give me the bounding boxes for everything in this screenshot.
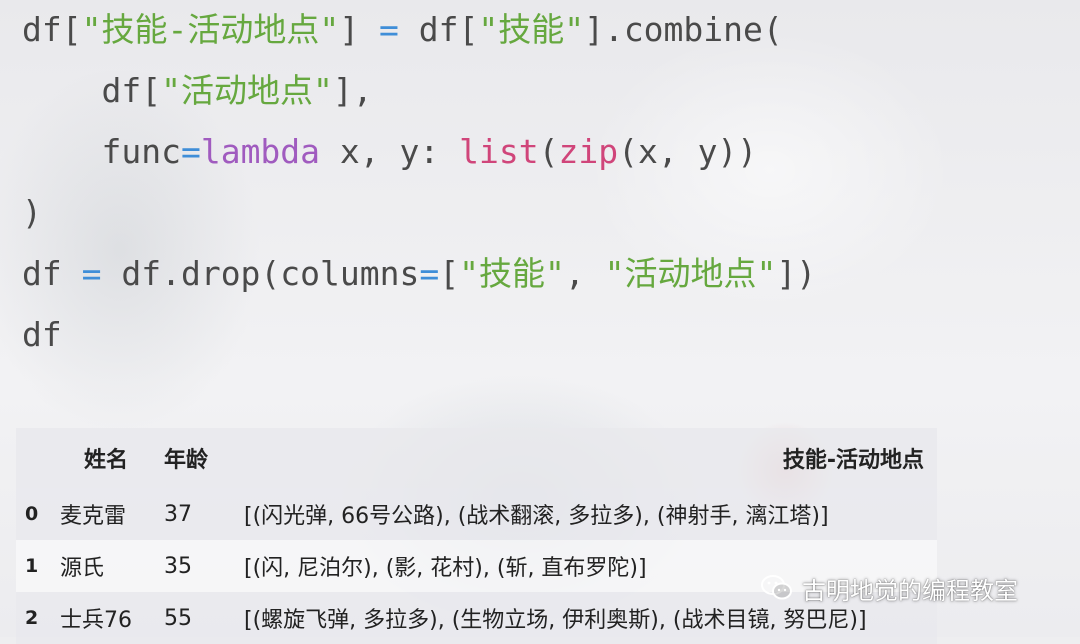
cell-age: 55 [164, 605, 192, 631]
column-header-skill: 技能-活动地点 [782, 448, 924, 473]
code-token: df[ [22, 10, 82, 49]
cell-age: 37 [164, 501, 192, 527]
code-token: lambda [200, 132, 321, 171]
cell-skill: [(闪光弹, 66号公路), (战术翻滚, 多拉多), (神射手, 漓江塔)] [244, 504, 829, 529]
column-header-age: 年龄 [164, 448, 209, 473]
code-token: = [180, 132, 201, 171]
row-index: 1 [25, 555, 39, 577]
code-token: ] [339, 10, 379, 49]
code-token: df [22, 315, 62, 354]
code-token: df[ [398, 10, 479, 49]
code-token: ) [22, 193, 42, 232]
watermark: 古明地觉的编程教室 [760, 570, 1018, 606]
code-token: df [22, 254, 82, 293]
code-token: ( [538, 132, 559, 171]
code-line: ) [22, 188, 42, 238]
code-token: ], [332, 71, 373, 110]
table-header: 姓名 年龄 技能-活动地点 [16, 428, 937, 488]
code-token: func [22, 132, 181, 171]
wechat-icon [761, 575, 792, 600]
code-token: = [378, 10, 399, 49]
code-line: df["活动地点"], [22, 66, 373, 116]
code-token: "技能-活动地点" [81, 10, 340, 49]
code-token: df[ [22, 71, 162, 110]
code-token: zip [558, 132, 619, 171]
cell-name: 士兵76 [60, 608, 132, 633]
code-token: = [81, 254, 102, 293]
code-line: df = df.drop(columns=["技能", "活动地点"]) [22, 249, 816, 299]
code-line: df["技能-活动地点"] = df["技能"].combine( [22, 5, 783, 55]
code-token: ]) [776, 254, 817, 293]
row-index: 2 [25, 607, 39, 629]
code-token: = [419, 254, 440, 293]
code-token: , [564, 254, 605, 293]
code-line: func=lambda x, y: list(zip(x, y)) [22, 127, 757, 177]
code-token: "活动地点" [161, 71, 333, 110]
code-token: "技能" [478, 10, 585, 49]
watermark-text: 古明地觉的编程教室 [802, 576, 1018, 605]
code-token: x, y: [320, 132, 460, 171]
table-row: 0 麦克雷 37 [(闪光弹, 66号公路), (战术翻滚, 多拉多), (神射… [16, 488, 937, 540]
cell-name: 麦克雷 [60, 504, 127, 529]
code-token: list [459, 132, 539, 171]
code-token: "技能" [459, 254, 565, 293]
row-index: 0 [25, 503, 39, 525]
code-token: ].combine( [584, 10, 783, 49]
code-line: df [22, 310, 62, 360]
cell-age: 35 [164, 553, 192, 579]
cell-name: 源氏 [60, 556, 105, 581]
code-token: [ [439, 254, 460, 293]
code-token: (x, y)) [618, 132, 758, 171]
code-token: df.drop(columns [101, 254, 420, 293]
code-token: "活动地点" [604, 254, 777, 293]
